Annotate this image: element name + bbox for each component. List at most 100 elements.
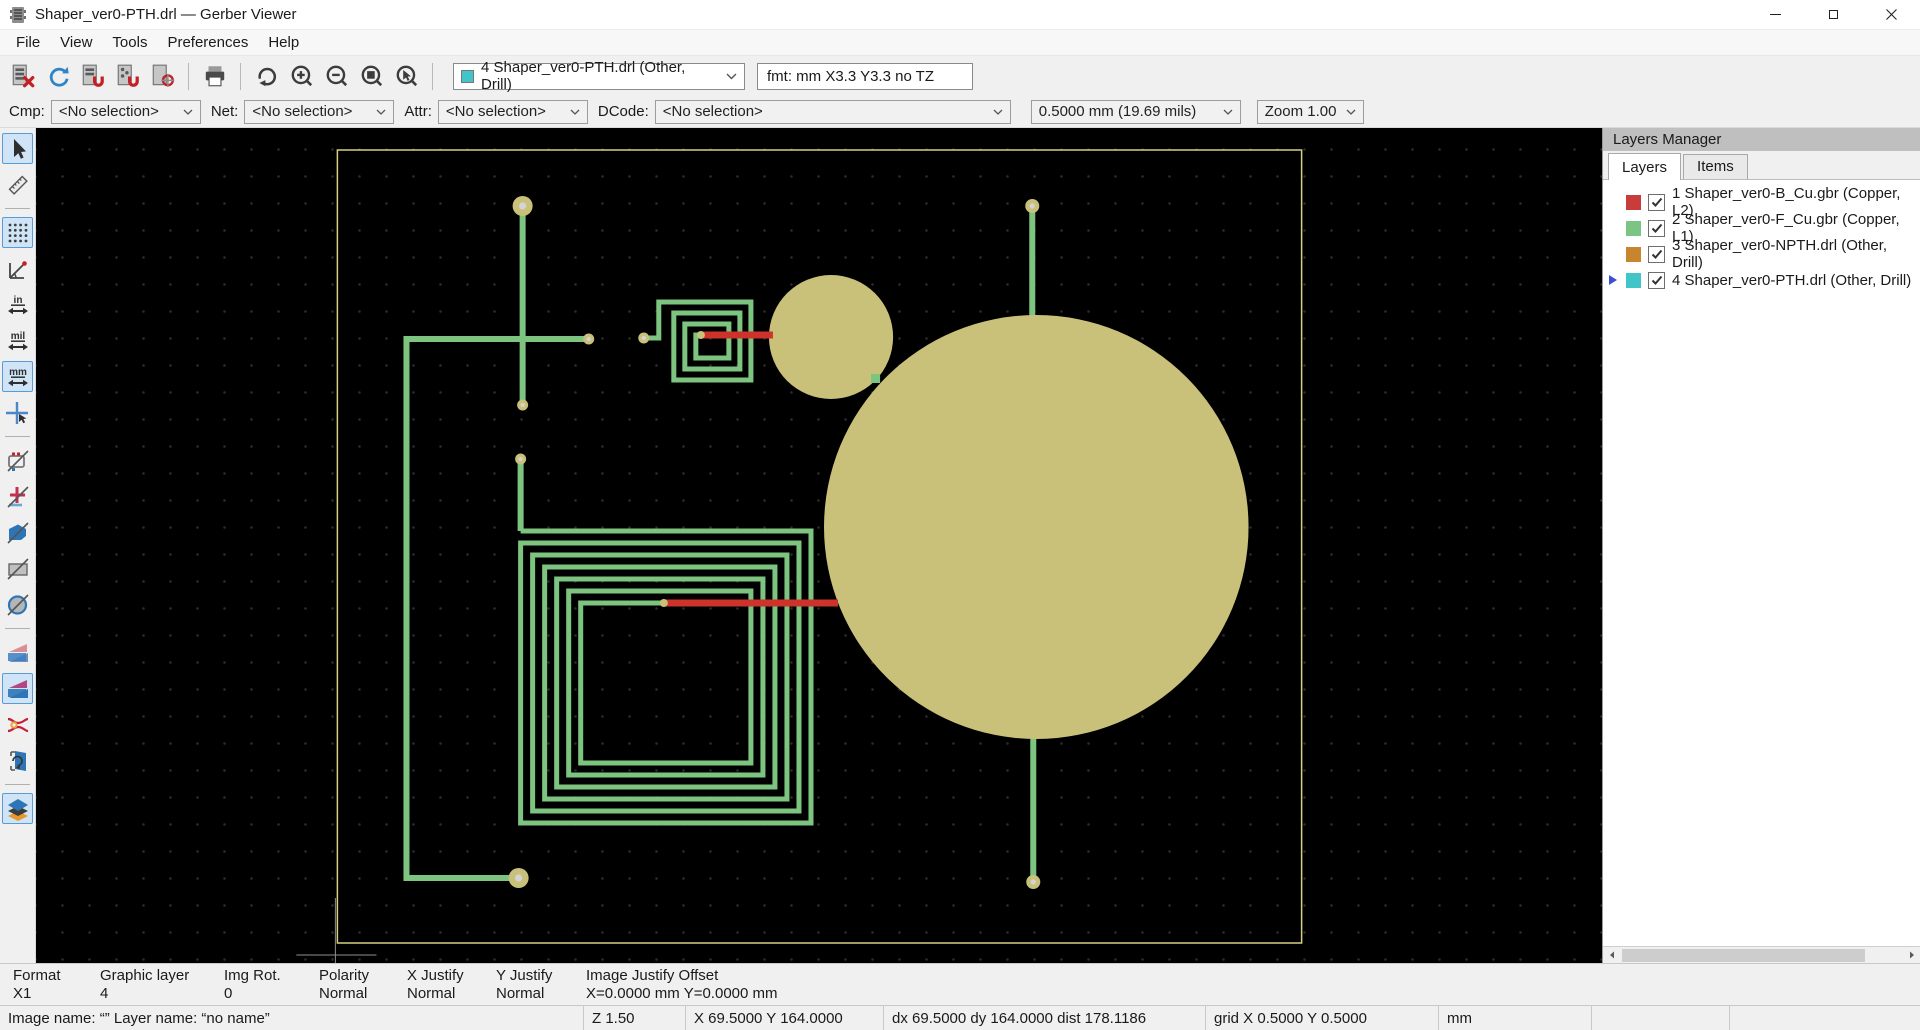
print-button[interactable] bbox=[199, 61, 230, 92]
show-source-button[interactable] bbox=[2, 745, 33, 776]
layers-manager-toggle-button[interactable] bbox=[2, 793, 33, 824]
window-title: Shaper_ver0-PTH.drl — Gerber Viewer bbox=[35, 6, 297, 23]
dcode-label: DCode: bbox=[598, 103, 649, 120]
clear-all-layers-button[interactable] bbox=[7, 61, 38, 92]
layer-list: 1 Shaper_ver0-B_Cu.gbr (Copper, L2) 2 Sh… bbox=[1603, 180, 1920, 946]
grid-dots-icon bbox=[5, 220, 31, 246]
layer-visibility-checkbox[interactable] bbox=[1648, 246, 1665, 263]
spiral-inductor-large bbox=[521, 531, 811, 823]
zoom-fit-button[interactable] bbox=[356, 61, 387, 92]
cmp-label: Cmp: bbox=[9, 103, 45, 120]
units-inches-button[interactable]: in bbox=[2, 289, 33, 320]
layers-manager-panel: Layers Manager Layers Items 1 Shaper_ver… bbox=[1602, 128, 1920, 963]
menu-help[interactable]: Help bbox=[258, 32, 309, 53]
layer-visibility-checkbox[interactable] bbox=[1648, 194, 1665, 211]
cursor-arrow-icon bbox=[5, 136, 31, 162]
active-layer-select[interactable]: 4 Shaper_ver0-PTH.drl (Other, Drill) bbox=[453, 63, 745, 90]
attr-select[interactable]: <No selection> bbox=[438, 100, 588, 124]
zoom-level-select[interactable]: Zoom 1.00 bbox=[1257, 100, 1364, 124]
zoom-redraw-button[interactable] bbox=[251, 61, 282, 92]
status-relative-position: dx 69.5000 dy 164.0000 dist 178.1186 bbox=[884, 1006, 1206, 1030]
chevron-down-icon bbox=[376, 109, 386, 115]
polar-coords-button[interactable] bbox=[2, 253, 33, 284]
menu-file[interactable]: File bbox=[6, 32, 50, 53]
net-select[interactable]: <No selection> bbox=[244, 100, 394, 124]
menu-tools[interactable]: Tools bbox=[102, 32, 157, 53]
grid-size-select[interactable]: 0.5000 mm (19.69 mils) bbox=[1031, 100, 1241, 124]
zoom-in-button[interactable] bbox=[286, 61, 317, 92]
minimize-button[interactable] bbox=[1746, 0, 1804, 29]
zoom-selection-icon bbox=[394, 63, 420, 89]
units-mm-button[interactable]: mm bbox=[2, 361, 33, 392]
chevron-down-icon bbox=[183, 109, 193, 115]
horizontal-scrollbar[interactable] bbox=[1603, 946, 1920, 963]
active-layer-swatch bbox=[461, 70, 474, 83]
units-mm-icon: mm bbox=[5, 364, 31, 390]
open-gerber-file-button[interactable] bbox=[77, 61, 108, 92]
units-inches-icon: in bbox=[5, 292, 31, 318]
mode-stacked-button[interactable] bbox=[2, 673, 33, 704]
ghost-negative-objects-button[interactable] bbox=[2, 709, 33, 740]
dcode-select[interactable]: <No selection> bbox=[655, 100, 1011, 124]
layer-row[interactable]: 3 Shaper_ver0-NPTH.drl (Other, Drill) bbox=[1603, 241, 1920, 267]
show-dcodes-button[interactable] bbox=[2, 589, 33, 620]
layer-visibility-checkbox[interactable] bbox=[1648, 272, 1665, 289]
mode-transparency-button[interactable] bbox=[2, 637, 33, 668]
field-label: X Justify bbox=[407, 967, 464, 985]
net-label: Net: bbox=[211, 103, 239, 120]
zoom-out-button[interactable] bbox=[321, 61, 352, 92]
layer-color-swatch[interactable] bbox=[1626, 221, 1641, 236]
layer-color-swatch[interactable] bbox=[1626, 273, 1641, 288]
cmp-select[interactable]: <No selection> bbox=[51, 100, 201, 124]
field-value: Normal bbox=[496, 985, 552, 1003]
transparency-mode-icon bbox=[5, 640, 31, 666]
main-toolbar: 4 Shaper_ver0-PTH.drl (Other, Drill) fmt… bbox=[0, 56, 1920, 96]
units-mils-button[interactable]: mil bbox=[2, 325, 33, 356]
tab-items[interactable]: Items bbox=[1683, 154, 1748, 179]
title-bar: Shaper_ver0-PTH.drl — Gerber Viewer bbox=[0, 0, 1920, 30]
attr-label: Attr: bbox=[404, 103, 432, 120]
sketch-lines-button[interactable] bbox=[2, 481, 33, 512]
sketch-polygons-button[interactable] bbox=[2, 517, 33, 548]
layer-label: 4 Shaper_ver0-PTH.drl (Other, Drill) bbox=[1672, 272, 1911, 289]
toolbar-separator bbox=[5, 208, 30, 209]
open-drill-file-button[interactable] bbox=[112, 61, 143, 92]
maximize-button[interactable] bbox=[1804, 0, 1862, 29]
current-layer-arrow-icon bbox=[1608, 274, 1619, 286]
gerber-canvas[interactable] bbox=[36, 128, 1602, 963]
layer-visibility-checkbox[interactable] bbox=[1648, 220, 1665, 237]
layer-color-swatch[interactable] bbox=[1626, 195, 1641, 210]
menu-view[interactable]: View bbox=[50, 32, 102, 53]
select-tool-button[interactable] bbox=[2, 133, 33, 164]
chevron-down-icon bbox=[1346, 109, 1356, 115]
cursor-shape-button[interactable] bbox=[2, 397, 33, 428]
clear-layers-icon bbox=[10, 63, 36, 89]
close-button[interactable] bbox=[1862, 0, 1920, 29]
tab-layers[interactable]: Layers bbox=[1608, 153, 1681, 180]
measure-tool-button[interactable] bbox=[2, 169, 33, 200]
toolbar-separator bbox=[5, 436, 30, 437]
scrollbar-thumb[interactable] bbox=[1622, 949, 1865, 962]
open-job-file-button[interactable] bbox=[147, 61, 178, 92]
status-grid: grid X 0.5000 Y 0.5000 bbox=[1206, 1006, 1439, 1030]
layer-color-swatch[interactable] bbox=[1626, 247, 1641, 262]
field-value: Normal bbox=[319, 985, 369, 1003]
reload-all-layers-button[interactable] bbox=[42, 61, 73, 92]
sketch-polygons-icon bbox=[5, 520, 31, 546]
grid-toggle-button[interactable] bbox=[2, 217, 33, 248]
page-limits-button[interactable] bbox=[2, 553, 33, 584]
scroll-left-button[interactable] bbox=[1603, 947, 1620, 964]
layer-row-current[interactable]: 4 Shaper_ver0-PTH.drl (Other, Drill) bbox=[1603, 267, 1920, 293]
menu-preferences[interactable]: Preferences bbox=[157, 32, 258, 53]
toolbar-separator bbox=[188, 63, 189, 90]
field-label: Y Justify bbox=[496, 967, 552, 985]
field-value: 0 bbox=[224, 985, 281, 1003]
net-value: <No selection> bbox=[252, 103, 352, 120]
pad-circle-large bbox=[824, 315, 1249, 739]
status-bar: Image name: “” Layer name: “no name” Z 1… bbox=[0, 1005, 1920, 1030]
scroll-right-button[interactable] bbox=[1903, 947, 1920, 964]
sketch-flashed-items-button[interactable] bbox=[2, 445, 33, 476]
zoom-selection-button[interactable] bbox=[391, 61, 422, 92]
field-value: X1 bbox=[13, 985, 61, 1003]
current-layer-arrow-icon bbox=[1608, 196, 1619, 208]
